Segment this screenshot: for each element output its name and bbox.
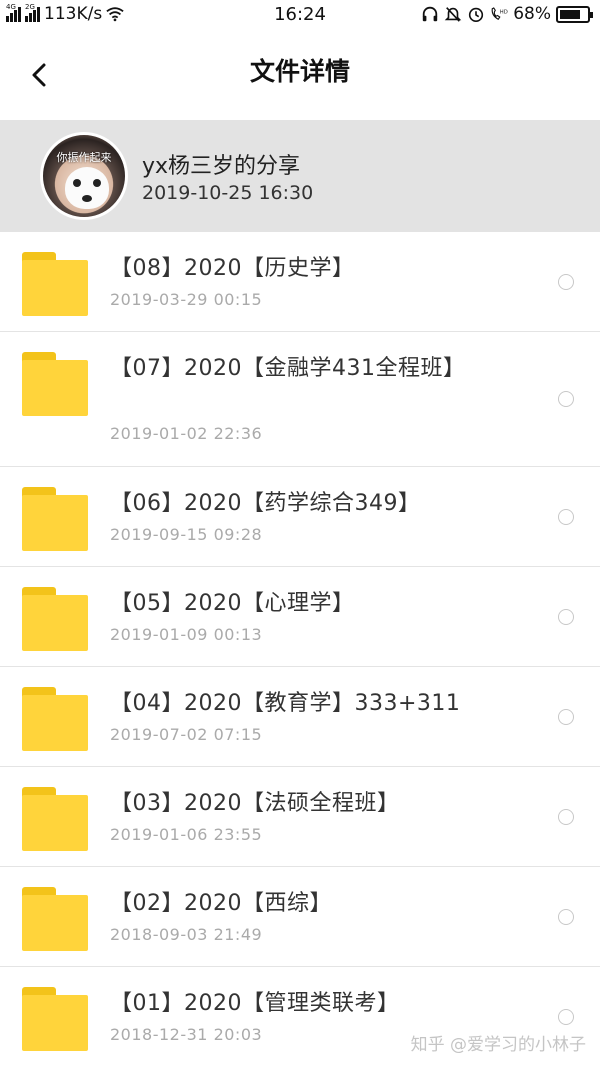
file-date: 2019-07-02 07:15 [110, 725, 263, 744]
select-radio[interactable] [558, 709, 574, 725]
folder-icon [22, 787, 88, 851]
svg-text:HD: HD [500, 9, 508, 15]
folder-icon [22, 987, 88, 1051]
file-date: 2018-12-31 20:03 [110, 1025, 263, 1044]
select-radio[interactable] [558, 809, 574, 825]
folder-icon [22, 487, 88, 551]
battery-percent: 68% [513, 4, 551, 24]
file-row[interactable]: 【02】2020【西综】 2018-09-03 21:49 [0, 867, 600, 967]
mute-bell-icon [444, 7, 462, 22]
avatar-caption: 你振作起来 [56, 151, 112, 164]
file-list: 【08】2020【历史学】 2019-03-29 00:15 【07】2020【… [0, 232, 600, 1067]
file-date: 2019-09-15 09:28 [110, 525, 263, 544]
select-radio[interactable] [558, 1009, 574, 1025]
file-row[interactable]: 【06】2020【药学综合349】 2019-09-15 09:28 [0, 467, 600, 567]
select-radio[interactable] [558, 509, 574, 525]
battery-icon [556, 5, 593, 23]
alarm-icon [469, 7, 484, 23]
file-name: 【01】2020【管理类联考】 [110, 991, 400, 1016]
watermark: 知乎 @爱学习的小林子 [410, 1035, 586, 1055]
file-date: 2019-01-06 23:55 [110, 825, 263, 844]
file-row[interactable]: 【07】2020【金融学431全程班】 2019-01-02 22:36 [0, 332, 600, 467]
select-radio[interactable] [558, 391, 574, 407]
file-name: 【07】2020【金融学431全程班】 [110, 356, 466, 381]
share-datetime: 2019-10-25 16:30 [142, 182, 314, 204]
file-row[interactable]: 【05】2020【心理学】 2019-01-09 00:13 [0, 567, 600, 667]
status-bar: 4G 2G 113K/s 16:24 HD 68% [0, 0, 600, 30]
avatar: 你振作起来 [40, 132, 128, 220]
file-name: 【02】2020【西综】 [110, 891, 332, 916]
file-row[interactable]: 【03】2020【法硕全程班】 2019-01-06 23:55 [0, 767, 600, 867]
page-title: 文件详情 [249, 57, 350, 86]
file-name: 【05】2020【心理学】 [110, 591, 355, 616]
share-info: 你振作起来 yx杨三岁的分享 2019-10-25 16:30 [0, 120, 600, 232]
file-date: 2019-03-29 00:15 [110, 290, 263, 309]
folder-icon [22, 587, 88, 651]
file-name: 【08】2020【历史学】 [110, 256, 355, 281]
file-name: 【06】2020【药学综合349】 [110, 491, 421, 516]
file-date: 2019-01-09 00:13 [110, 625, 263, 644]
select-radio[interactable] [558, 909, 574, 925]
file-name: 【03】2020【法硕全程班】 [110, 791, 400, 816]
file-row[interactable]: 【08】2020【历史学】 2019-03-29 00:15 [0, 232, 600, 332]
folder-icon [22, 352, 88, 416]
select-radio[interactable] [558, 274, 574, 290]
folder-icon [22, 687, 88, 751]
hd-call-icon: HD [491, 7, 508, 20]
file-date: 2018-09-03 21:49 [110, 925, 263, 944]
file-name: 【04】2020【教育学】333+311 [110, 691, 461, 716]
folder-icon [22, 252, 88, 316]
select-radio[interactable] [558, 609, 574, 625]
status-right: HD 68% [421, 4, 593, 24]
share-owner-name: yx杨三岁的分享 [142, 154, 301, 179]
file-date: 2019-01-02 22:36 [110, 424, 263, 443]
headphones-icon [423, 6, 438, 22]
header: 文件详情 [0, 30, 600, 120]
folder-icon [22, 887, 88, 951]
file-row[interactable]: 【04】2020【教育学】333+311 2019-07-02 07:15 [0, 667, 600, 767]
